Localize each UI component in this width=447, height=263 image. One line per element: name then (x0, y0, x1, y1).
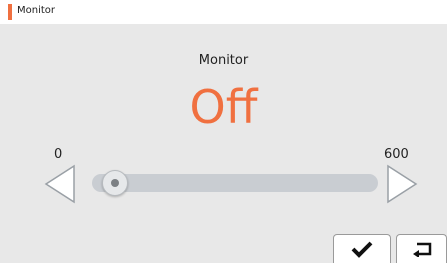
top-bar: Monitor (0, 0, 447, 24)
checkmark-icon (351, 241, 373, 258)
left-arrow-icon (44, 164, 75, 204)
increase-button[interactable] (386, 164, 418, 204)
return-icon (412, 242, 431, 257)
screen-title: Monitor (17, 5, 56, 16)
confirm-button[interactable] (333, 234, 391, 263)
title-accent-bar (8, 4, 12, 20)
value-slider[interactable] (92, 170, 378, 196)
slider-min-label: 0 (54, 147, 63, 162)
slider-thumb-dot (111, 179, 120, 187)
right-arrow-icon (387, 164, 418, 204)
slider-thumb[interactable] (102, 170, 129, 196)
back-button[interactable] (396, 234, 447, 263)
decrease-button[interactable] (44, 164, 76, 204)
setting-name: Monitor (198, 53, 249, 68)
slider-max-label: 600 (384, 147, 409, 162)
setting-value: Off (189, 80, 258, 134)
